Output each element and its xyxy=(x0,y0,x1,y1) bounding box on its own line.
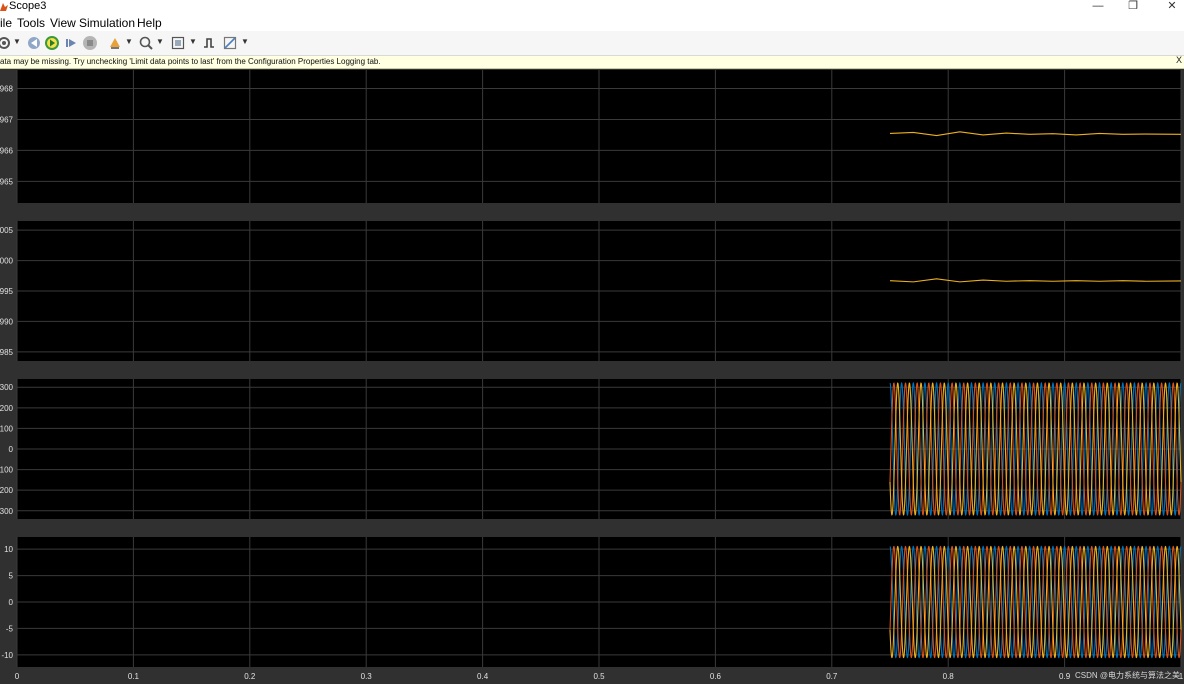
axes-2-ytick-label: 985 xyxy=(0,348,14,357)
stop-icon[interactable] xyxy=(82,35,98,51)
zoom-dropdown-icon[interactable]: ▼ xyxy=(156,37,164,46)
cursor-measure-icon[interactable] xyxy=(222,35,238,51)
menu-file[interactable]: ile xyxy=(0,15,12,31)
axes-3-ytick-label: 100 xyxy=(0,466,14,475)
matlab-app-icon xyxy=(0,3,8,11)
restore-button[interactable]: ❐ xyxy=(1119,0,1147,14)
step-back-icon[interactable] xyxy=(26,35,42,51)
axes-1-ytick-label: 967 xyxy=(0,115,14,124)
axes-3-ytick-label: 300 xyxy=(0,383,14,392)
xtick-label: 0.3 xyxy=(361,672,373,681)
axes-4-ytick-label: -5 xyxy=(6,624,14,633)
step-forward-icon[interactable] xyxy=(63,35,79,51)
axes-2-ytick-label: 005 xyxy=(0,226,14,235)
highlight-dropdown-icon[interactable]: ▼ xyxy=(125,37,133,46)
axes-2-ytick-label: 000 xyxy=(0,257,14,266)
fit-axes-icon[interactable] xyxy=(170,35,186,51)
xtick-label: 0.4 xyxy=(477,672,489,681)
xtick-label: 0.8 xyxy=(943,672,955,681)
menu-simulation[interactable]: Simulation xyxy=(79,15,135,31)
xtick-label: 0.9 xyxy=(1059,672,1071,681)
axes-3-ytick-label: 300 xyxy=(0,507,14,516)
axes-3-ytick-label: 200 xyxy=(0,486,14,495)
menu-bar: ile Tools View Simulation Help xyxy=(0,14,1184,31)
xtick-label: 0.7 xyxy=(826,672,838,681)
xtick-label: 0.1 xyxy=(128,672,140,681)
info-bar: ata may be missing. Try unchecking 'Limi… xyxy=(0,55,1184,69)
settings-dropdown-icon[interactable]: ▼ xyxy=(13,37,21,46)
xtick-label: 0.2 xyxy=(244,672,256,681)
close-button[interactable]: ✕ xyxy=(1158,0,1184,14)
toolbar: ▼ ▼ ▼ ▼ ▼ xyxy=(0,31,1184,56)
axes-3-ytick-label: 0 xyxy=(9,445,14,454)
fit-axes-dropdown-icon[interactable]: ▼ xyxy=(189,37,197,46)
axes-1-ytick-label: 968 xyxy=(0,85,14,94)
axes-1-ytick-label: 965 xyxy=(0,177,14,186)
info-message: ata may be missing. Try unchecking 'Limi… xyxy=(0,57,381,66)
settings-icon[interactable] xyxy=(0,35,12,51)
axes-3-ytick-label: 200 xyxy=(0,404,14,413)
zoom-icon[interactable] xyxy=(138,35,154,51)
measure-dropdown-icon[interactable]: ▼ xyxy=(241,37,249,46)
highlight-icon[interactable] xyxy=(107,35,123,51)
axes-4-ytick-label: -10 xyxy=(1,651,13,660)
axes-4-ytick-label: 5 xyxy=(9,572,14,581)
watermark: CSDN @电力系统与算法之美 xyxy=(1074,671,1180,680)
axes-3-ytick-label: 100 xyxy=(0,424,14,433)
minimize-button[interactable]: — xyxy=(1084,0,1112,14)
trigger-icon[interactable] xyxy=(201,35,217,51)
run-icon[interactable] xyxy=(44,35,60,51)
menu-tools[interactable]: Tools xyxy=(17,15,45,31)
window-title: Scope3 xyxy=(9,0,47,12)
axes-4-ytick-label: 0 xyxy=(9,598,14,607)
xtick-label: 0.6 xyxy=(710,672,722,681)
title-bar: Scope3 — ❐ ✕ xyxy=(0,0,1184,14)
menu-view[interactable]: View xyxy=(50,15,76,31)
scope-plots[interactable]: 9689679669650050009959909853002001000100… xyxy=(0,69,1184,684)
info-close-button[interactable]: X xyxy=(1176,55,1184,65)
axes-1-ytick-label: 966 xyxy=(0,146,14,155)
axes-2-ytick-label: 995 xyxy=(0,287,14,296)
axes-2-ytick-label: 990 xyxy=(0,317,14,326)
menu-help[interactable]: Help xyxy=(137,15,162,31)
xtick-label: 0 xyxy=(15,672,20,681)
xtick-label: 0.5 xyxy=(593,672,605,681)
axes-4-ytick-label: 10 xyxy=(4,545,13,554)
